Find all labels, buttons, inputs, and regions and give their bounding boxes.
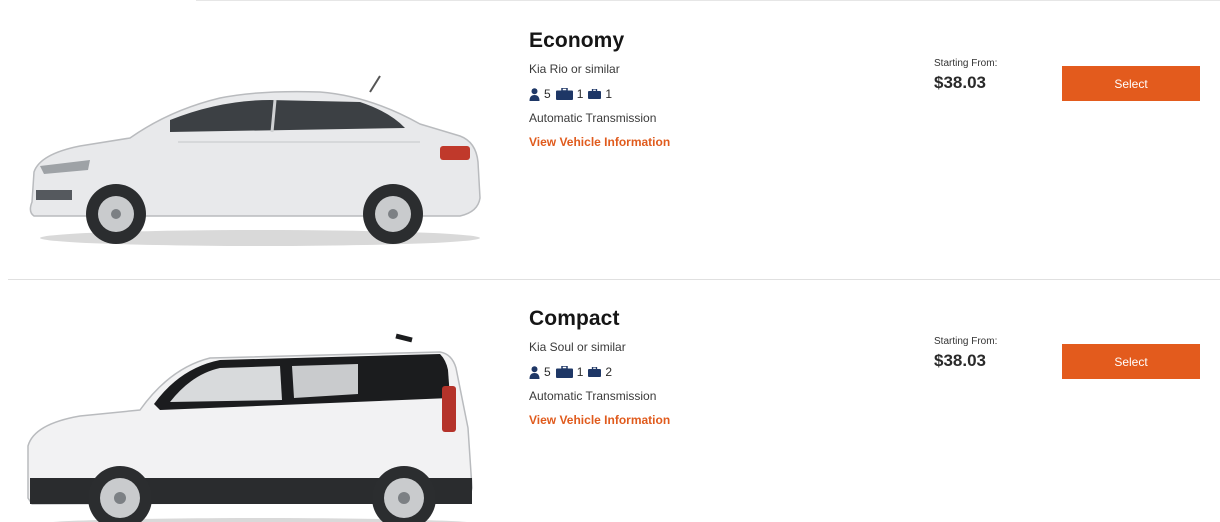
price-label: Starting From: [934,336,998,347]
vehicle-class-title: Compact [529,307,620,330]
price-value: $38.03 [934,351,986,370]
price-value: $38.03 [934,73,986,92]
select-button[interactable]: Select [1062,66,1200,101]
suv-car-image [27,333,473,522]
small-bag-count: 1 [605,87,613,101]
select-button[interactable]: Select [1062,344,1200,379]
passenger-count: 5 [544,87,551,101]
top-divider [196,0,1220,1]
vehicle-class-title: Economy [529,29,625,52]
large-bag-count: 1 [576,87,584,101]
price-box: Starting From: $38.03 [934,58,997,94]
transmission-text: Automatic Transmission [529,389,657,403]
vehicle-model: Kia Rio or similar [529,62,620,76]
view-vehicle-info-link[interactable]: View Vehicle Information [529,135,670,149]
large-bag-count: 1 [576,365,584,379]
suitcase-icon [555,88,573,100]
vehicle-info: Economy Kia Rio or similar 5 1 1 Automat… [529,28,670,151]
vehicle-info: Compact Kia Soul or similar 5 1 2 Automa… [529,306,670,429]
price-label: Starting From: [934,58,998,69]
person-icon [529,87,540,101]
small-bag-icon [588,367,602,377]
person-icon [529,365,540,379]
sedan-car-image [29,75,481,246]
small-bag-count: 2 [605,365,613,379]
price-box: Starting From: $38.03 [934,336,997,372]
capacity-row: 5 1 1 [529,87,670,101]
capacity-row: 5 1 2 [529,365,670,379]
view-vehicle-info-link[interactable]: View Vehicle Information [529,413,670,427]
suitcase-icon [555,366,573,378]
small-bag-icon [588,89,602,99]
vehicle-card-economy: Economy Kia Rio or similar 5 1 1 Automat… [0,10,1220,270]
card-divider [8,279,1220,280]
vehicle-model: Kia Soul or similar [529,340,626,354]
transmission-text: Automatic Transmission [529,111,657,125]
vehicle-card-compact: Compact Kia Soul or similar 5 1 2 Automa… [0,288,1220,522]
passenger-count: 5 [544,365,551,379]
